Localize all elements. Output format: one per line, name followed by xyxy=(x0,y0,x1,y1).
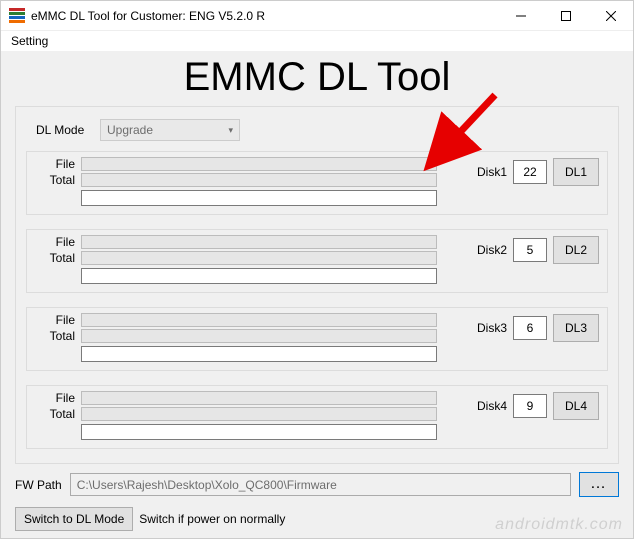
disk-label-3: Disk3 xyxy=(477,321,507,335)
dl-mode-value: Upgrade xyxy=(107,123,153,137)
dl-mode-label: DL Mode xyxy=(36,123,86,137)
menubar: Setting xyxy=(1,31,633,51)
file-label: File xyxy=(35,157,77,171)
disk-label-2: Disk2 xyxy=(477,243,507,257)
window-controls xyxy=(498,1,633,30)
disk-group-1: File Total Disk1 DL1 xyxy=(26,151,608,215)
main-panel: DL Mode Upgrade ▾ File Total Disk1 DL1 F… xyxy=(15,106,619,464)
disk-input-2[interactable] xyxy=(513,238,547,262)
minimize-icon xyxy=(516,11,526,21)
disk-label-1: Disk1 xyxy=(477,165,507,179)
switch-to-dl-mode-button[interactable]: Switch to DL Mode xyxy=(15,507,133,531)
file-label: File xyxy=(35,391,77,405)
file-progress-1 xyxy=(81,157,437,171)
status-box-3 xyxy=(81,346,437,362)
total-label: Total xyxy=(35,407,77,421)
disk-label-4: Disk4 xyxy=(477,399,507,413)
file-progress-3 xyxy=(81,313,437,327)
titlebar: eMMC DL Tool for Customer: ENG V5.2.0 R xyxy=(1,1,633,31)
disk-group-2: File Total Disk2 DL2 xyxy=(26,229,608,293)
disk-input-4[interactable] xyxy=(513,394,547,418)
page-title: EMMC DL Tool xyxy=(1,55,633,100)
close-icon xyxy=(606,11,616,21)
browse-button[interactable]: ... xyxy=(579,472,619,497)
maximize-icon xyxy=(561,11,571,21)
window-title: eMMC DL Tool for Customer: ENG V5.2.0 R xyxy=(31,9,498,23)
total-progress-3 xyxy=(81,329,437,343)
dl-mode-row: DL Mode Upgrade ▾ xyxy=(26,119,608,141)
dl-button-1[interactable]: DL1 xyxy=(553,158,599,186)
watermark: androidmtk.com xyxy=(495,516,623,534)
app-icon xyxy=(9,8,25,24)
total-label: Total xyxy=(35,173,77,187)
dl-button-3[interactable]: DL3 xyxy=(553,314,599,342)
dl-mode-select[interactable]: Upgrade ▾ xyxy=(100,119,240,141)
switch-hint: Switch if power on normally xyxy=(139,512,285,526)
disk-group-4: File Total Disk4 DL4 xyxy=(26,385,608,449)
disk-group-3: File Total Disk3 DL3 xyxy=(26,307,608,371)
minimize-button[interactable] xyxy=(498,1,543,31)
disk-input-3[interactable] xyxy=(513,316,547,340)
total-progress-1 xyxy=(81,173,437,187)
file-label: File xyxy=(35,235,77,249)
fw-path-input[interactable] xyxy=(70,473,571,496)
status-box-2 xyxy=(81,268,437,284)
total-label: Total xyxy=(35,329,77,343)
maximize-button[interactable] xyxy=(543,1,588,31)
menu-setting[interactable]: Setting xyxy=(7,33,52,49)
disk-input-1[interactable] xyxy=(513,160,547,184)
fw-path-label: FW Path xyxy=(15,478,62,492)
total-label: Total xyxy=(35,251,77,265)
status-box-4 xyxy=(81,424,437,440)
file-progress-4 xyxy=(81,391,437,405)
dl-button-2[interactable]: DL2 xyxy=(553,236,599,264)
chevron-down-icon: ▾ xyxy=(228,125,233,136)
file-progress-2 xyxy=(81,235,437,249)
close-button[interactable] xyxy=(588,1,633,31)
dl-button-4[interactable]: DL4 xyxy=(553,392,599,420)
total-progress-4 xyxy=(81,407,437,421)
total-progress-2 xyxy=(81,251,437,265)
status-box-1 xyxy=(81,190,437,206)
file-label: File xyxy=(35,313,77,327)
fw-path-row: FW Path ... xyxy=(15,472,619,497)
